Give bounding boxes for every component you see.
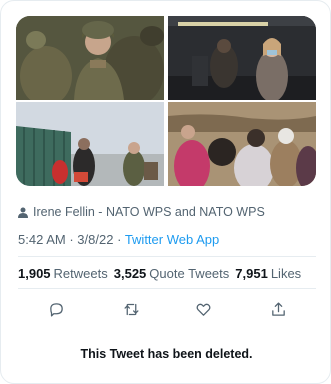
retweet-button[interactable]: [121, 299, 141, 319]
tweet-date[interactable]: 3/8/22: [77, 232, 113, 247]
photo-border-crossing[interactable]: [16, 102, 164, 186]
like-icon: [196, 303, 210, 316]
photo-crowd[interactable]: [168, 102, 316, 186]
reply-button[interactable]: [46, 299, 66, 319]
tweet-meta: 5:42 AM · 3/8/22 · Twitter Web App: [18, 232, 219, 247]
retweets-stat[interactable]: 1,905 Retweets: [18, 266, 108, 281]
like-button[interactable]: [193, 299, 213, 319]
likes-count: 7,951: [235, 266, 268, 281]
source-app-link[interactable]: Twitter Web App: [125, 232, 219, 247]
reply-icon: [49, 302, 63, 317]
meta-separator: ·: [117, 232, 122, 247]
retweets-count: 1,905: [18, 266, 51, 281]
quotes-label: Quote Tweets: [149, 266, 230, 281]
author-byline[interactable]: Irene Fellin - NATO WPS and NATO WPS: [18, 205, 265, 219]
person-icon: [18, 207, 28, 218]
divider: [18, 256, 316, 257]
quotes-stat[interactable]: 3,525 Quote Tweets: [114, 266, 230, 281]
photo-subway[interactable]: [168, 16, 316, 100]
author-line: Irene Fellin - NATO WPS and NATO WPS: [33, 205, 265, 219]
likes-label: Likes: [270, 266, 302, 281]
action-bar: [18, 299, 316, 319]
meta-separator: ·: [69, 232, 74, 247]
share-button[interactable]: [268, 299, 288, 319]
tweet-card: Irene Fellin - NATO WPS and NATO WPS 5:4…: [0, 0, 331, 384]
engagement-stats: 1,905 Retweets 3,525 Quote Tweets 7,951 …: [18, 266, 301, 281]
retweet-icon: [123, 303, 139, 315]
likes-stat[interactable]: 7,951 Likes: [235, 266, 301, 281]
divider: [18, 288, 316, 289]
retweets-label: Retweets: [53, 266, 108, 281]
share-icon: [271, 301, 285, 316]
tweet-time[interactable]: 5:42 AM: [18, 232, 66, 247]
quotes-count: 3,525: [113, 266, 147, 281]
deleted-notice: This Tweet has been deleted.: [80, 347, 253, 361]
photo-soldiers[interactable]: [16, 16, 164, 100]
media-grid: [16, 16, 316, 186]
